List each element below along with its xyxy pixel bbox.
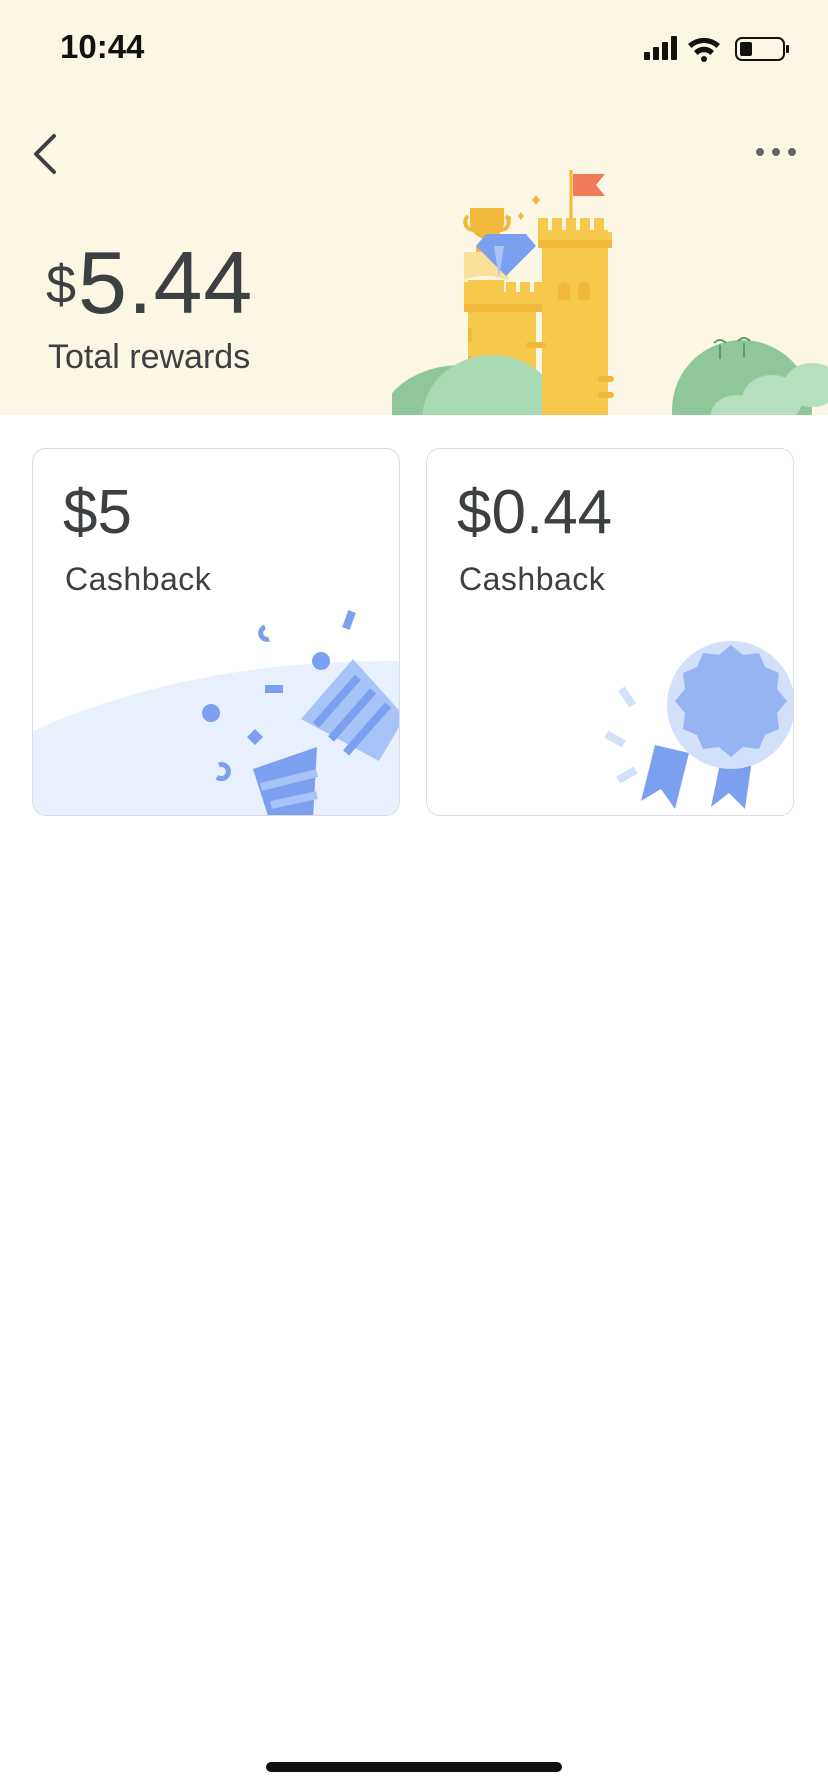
home-indicator[interactable]: [266, 1762, 562, 1772]
cashback-label: Cashback: [459, 561, 606, 597]
status-icons: [644, 36, 789, 62]
total-rewards-label: Total rewards: [48, 338, 251, 376]
back-button[interactable]: [24, 124, 84, 184]
wifi-icon: [688, 37, 720, 62]
chevron-left-icon: [34, 134, 56, 174]
cashback-amount: $5: [63, 478, 132, 547]
battery-icon: [735, 37, 789, 61]
status-time: 10:44: [60, 28, 145, 65]
cashback-label: Cashback: [65, 561, 212, 597]
total-amount-value: 5.44: [78, 233, 254, 332]
more-horizontal-icon: [756, 148, 796, 156]
cashback-card-1[interactable]: $5 Cashback: [32, 448, 400, 816]
total-rewards-amount: $ 5.44: [46, 232, 253, 332]
cashback-amount: $0.44: [457, 478, 613, 547]
more-options-button[interactable]: [748, 130, 804, 174]
signal-icon: [644, 36, 677, 60]
currency-symbol: $: [46, 255, 77, 315]
rewards-header: 10:44 $ 5.44 Total rewards: [0, 0, 828, 415]
cashback-card-2[interactable]: $0.44 Cashback: [426, 448, 794, 816]
castle-illustration: [392, 170, 828, 415]
